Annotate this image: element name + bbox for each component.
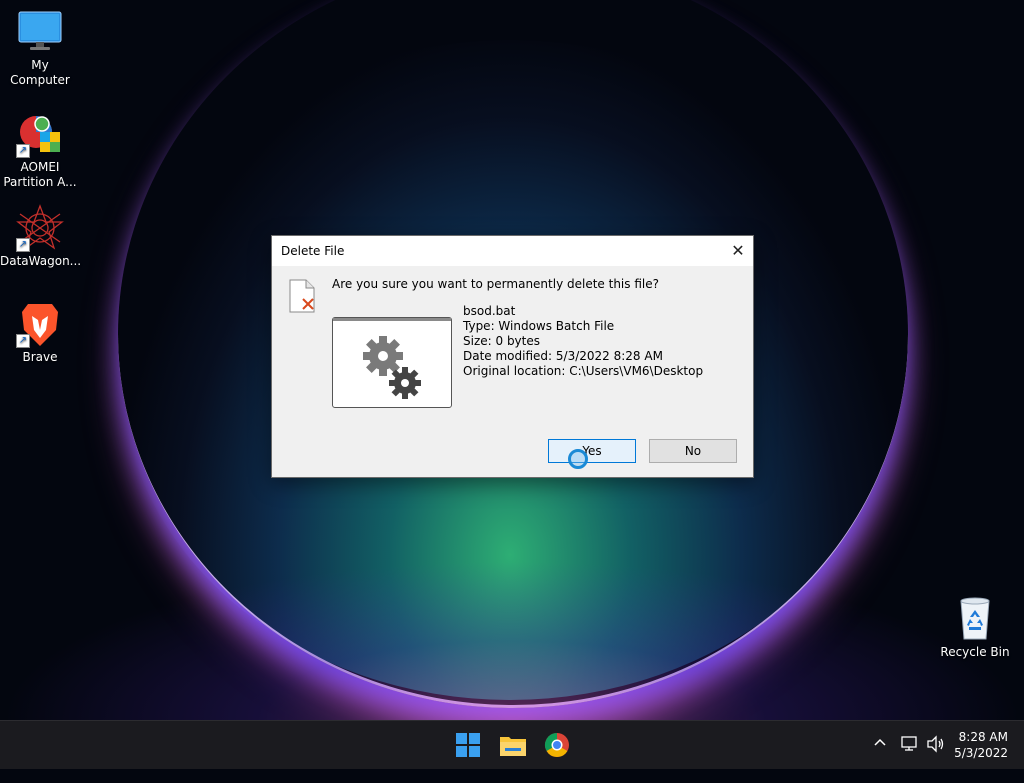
taskbar-clock[interactable]: 8:28 AM 5/3/2022 (954, 729, 1008, 761)
file-info: bsod.bat Type: Windows Batch File Size: … (463, 304, 703, 379)
desktop-icon-label: DataWagon... (0, 254, 82, 268)
brave-lion-icon: ↗ (16, 300, 64, 348)
desktop-icon-my-computer[interactable]: My Computer (0, 8, 80, 88)
file-location: Original location: C:\Users\VM6\Desktop (463, 364, 704, 378)
gears-icon (363, 336, 421, 399)
close-icon[interactable]: ✕ (723, 236, 753, 266)
taskbar: 8:28 AM 5/3/2022 (0, 720, 1024, 769)
desktop-icon-brave[interactable]: ↗ Brave (0, 300, 80, 365)
no-button[interactable]: No (649, 439, 737, 463)
file-name: bsod.bat (463, 304, 516, 318)
busy-cursor-icon (568, 449, 588, 469)
shortcut-arrow-icon: ↗ (16, 334, 30, 348)
clock-time: 8:28 AM (958, 730, 1008, 744)
shortcut-arrow-icon: ↗ (16, 238, 30, 252)
dialog-title: Delete File (281, 244, 345, 258)
yes-button[interactable]: Yes (548, 439, 636, 463)
network-icon[interactable] (900, 735, 920, 783)
desktop-icon-recycle-bin[interactable]: Recycle Bin (935, 595, 1015, 660)
file-modified: Date modified: 5/3/2022 8:28 AM (463, 349, 663, 363)
datawagon-icon: ↗ (16, 204, 64, 252)
desktop-icon-label: Brave (22, 350, 58, 364)
dialog-titlebar[interactable]: Delete File ✕ (272, 236, 753, 266)
windows-start-icon[interactable] (452, 729, 484, 761)
show-hidden-icons-chevron-icon[interactable] (872, 735, 888, 783)
desktop-icon-label: Recycle Bin (940, 645, 1010, 659)
file-type: Type: Windows Batch File (463, 319, 615, 333)
chrome-icon[interactable] (541, 729, 573, 761)
volume-icon[interactable] (926, 735, 946, 783)
clock-date: 5/3/2022 (954, 746, 1008, 760)
delete-question: Are you sure you want to permanently del… (332, 277, 659, 291)
aomei-icon: ↗ (16, 110, 64, 158)
file-preview (332, 317, 452, 408)
desktop-icon-label: My Computer (10, 58, 70, 87)
desktop-icon-aomei[interactable]: ↗ AOMEI Partition A... (0, 110, 80, 190)
delete-file-dialog: Delete File ✕ Are you sure you want to p… (271, 235, 754, 478)
file-size: Size: 0 bytes (463, 334, 540, 348)
file-explorer-icon[interactable] (497, 729, 529, 761)
monitor-icon (16, 8, 64, 56)
recycle-bin-icon (951, 595, 999, 643)
wallpaper-fog (0, 560, 1024, 720)
desktop-icon-datawagon[interactable]: ↗ DataWagon... (0, 204, 82, 269)
desktop-icon-label: AOMEI Partition A... (3, 160, 77, 189)
file-delete-icon (288, 279, 316, 313)
shortcut-arrow-icon: ↗ (16, 144, 30, 158)
